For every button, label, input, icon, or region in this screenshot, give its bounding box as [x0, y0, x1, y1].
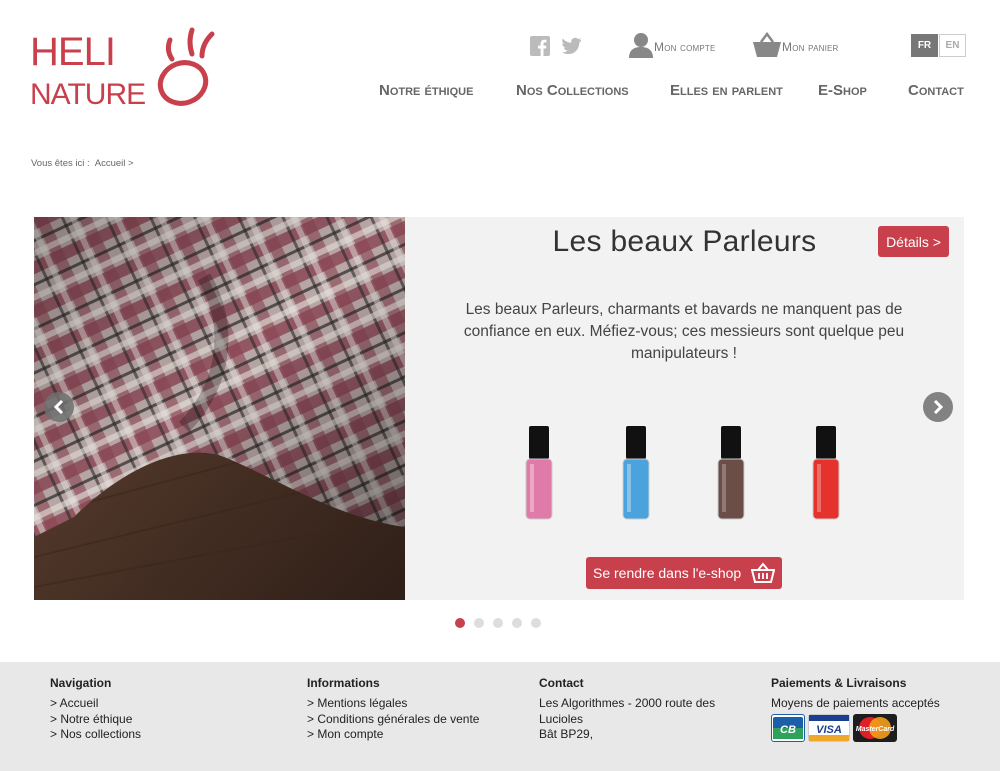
footer-link-collections[interactable]: > Nos collections	[50, 727, 141, 743]
product-slider: Les beaux Parleurs Détails > Les beaux P…	[34, 217, 964, 600]
footer-link-accueil[interactable]: > Accueil	[50, 696, 141, 712]
footer-payments-text: Moyens de paiements acceptés	[771, 696, 940, 710]
slider-dot[interactable]	[531, 618, 541, 628]
footer-link-ethique[interactable]: > Notre éthique	[50, 712, 141, 728]
slider-dot[interactable]	[474, 618, 484, 628]
nav-item-eshop[interactable]: E-Shop	[818, 82, 867, 99]
footer-link-cgv[interactable]: > Conditions générales de vente	[307, 712, 479, 728]
footer: Navigation > Accueil > Notre éthique > N…	[0, 662, 1000, 771]
slider-dot[interactable]	[512, 618, 522, 628]
main-nav: Notre éthique Nos Collections Elles en p…	[0, 82, 1000, 104]
chevron-right-icon	[933, 400, 944, 414]
payment-cards: CB VISA MasterCard	[771, 713, 940, 742]
footer-payments-title: Paiements & Livraisons	[771, 676, 907, 690]
cart-link[interactable]: Mon panier	[752, 30, 839, 58]
slider-prev-button[interactable]	[44, 392, 74, 422]
footer-informations-title: Informations	[307, 676, 380, 690]
nail-polish-blue	[622, 426, 650, 520]
nav-item-contact[interactable]: Contact	[908, 82, 964, 99]
slider-dot[interactable]	[455, 618, 465, 628]
eshop-button[interactable]: Se rendre dans l'e-shop	[586, 557, 782, 589]
svg-text:CB: CB	[780, 724, 796, 736]
basket-icon	[751, 562, 775, 583]
top-bar: Mon compte Mon panier	[0, 30, 1000, 60]
chevron-left-icon	[53, 400, 64, 414]
svg-text:MasterCard: MasterCard	[856, 726, 895, 733]
footer-contact-title: Contact	[539, 676, 584, 690]
nav-item-elles-en-parlent[interactable]: Elles en parlent	[670, 82, 783, 99]
footer-informations: Informations > Mentions légales > Condit…	[307, 676, 479, 743]
nail-polish-pink	[525, 426, 553, 520]
slider-dot[interactable]	[493, 618, 503, 628]
breadcrumb: Vous êtes ici : Accueil >	[31, 158, 137, 169]
details-button[interactable]: Détails >	[878, 226, 949, 257]
footer-payments: Paiements & Livraisons Moyens de paiemen…	[771, 676, 940, 742]
slider-next-button[interactable]	[923, 392, 953, 422]
footer-navigation: Navigation > Accueil > Notre éthique > N…	[50, 676, 141, 743]
cb-card-icon: CB	[771, 713, 805, 742]
nav-item-ethique[interactable]: Notre éthique	[379, 82, 473, 99]
lang-fr-button[interactable]: FR	[911, 34, 938, 57]
bow-tie-image	[34, 217, 405, 600]
account-link[interactable]: Mon compte	[628, 30, 716, 58]
mastercard-icon: MasterCard	[853, 713, 897, 742]
visa-card-icon: VISA	[808, 713, 850, 742]
footer-contact: Contact Les Algorithmes - 2000 route des…	[539, 676, 729, 743]
nail-polish-brown	[717, 426, 745, 520]
nail-polish-red	[812, 426, 840, 520]
slide-description: Les beaux Parleurs, charmants et bavards…	[463, 301, 905, 362]
twitter-icon[interactable]	[562, 36, 582, 56]
footer-navigation-title: Navigation	[50, 676, 112, 690]
account-label: Mon compte	[654, 40, 716, 54]
lang-en-button[interactable]: EN	[939, 34, 966, 57]
nav-item-collections[interactable]: Nos Collections	[516, 82, 629, 99]
cart-label: Mon panier	[782, 40, 839, 54]
breadcrumb-home[interactable]: Accueil >	[95, 158, 134, 169]
footer-address-line: Les Algorithmes - 2000 route des Luciole…	[539, 696, 716, 726]
footer-link-mentions[interactable]: > Mentions légales	[307, 696, 479, 712]
eshop-button-label: Se rendre dans l'e-shop	[593, 565, 742, 581]
user-icon	[629, 33, 653, 58]
footer-address-line: Bât BP29,	[539, 727, 594, 741]
facebook-icon[interactable]	[530, 36, 550, 56]
basket-icon	[753, 32, 781, 57]
svg-text:VISA: VISA	[816, 724, 842, 736]
footer-link-compte[interactable]: > Mon compte	[307, 727, 479, 743]
slider-dots	[455, 618, 541, 628]
breadcrumb-prefix: Vous êtes ici :	[31, 158, 90, 169]
